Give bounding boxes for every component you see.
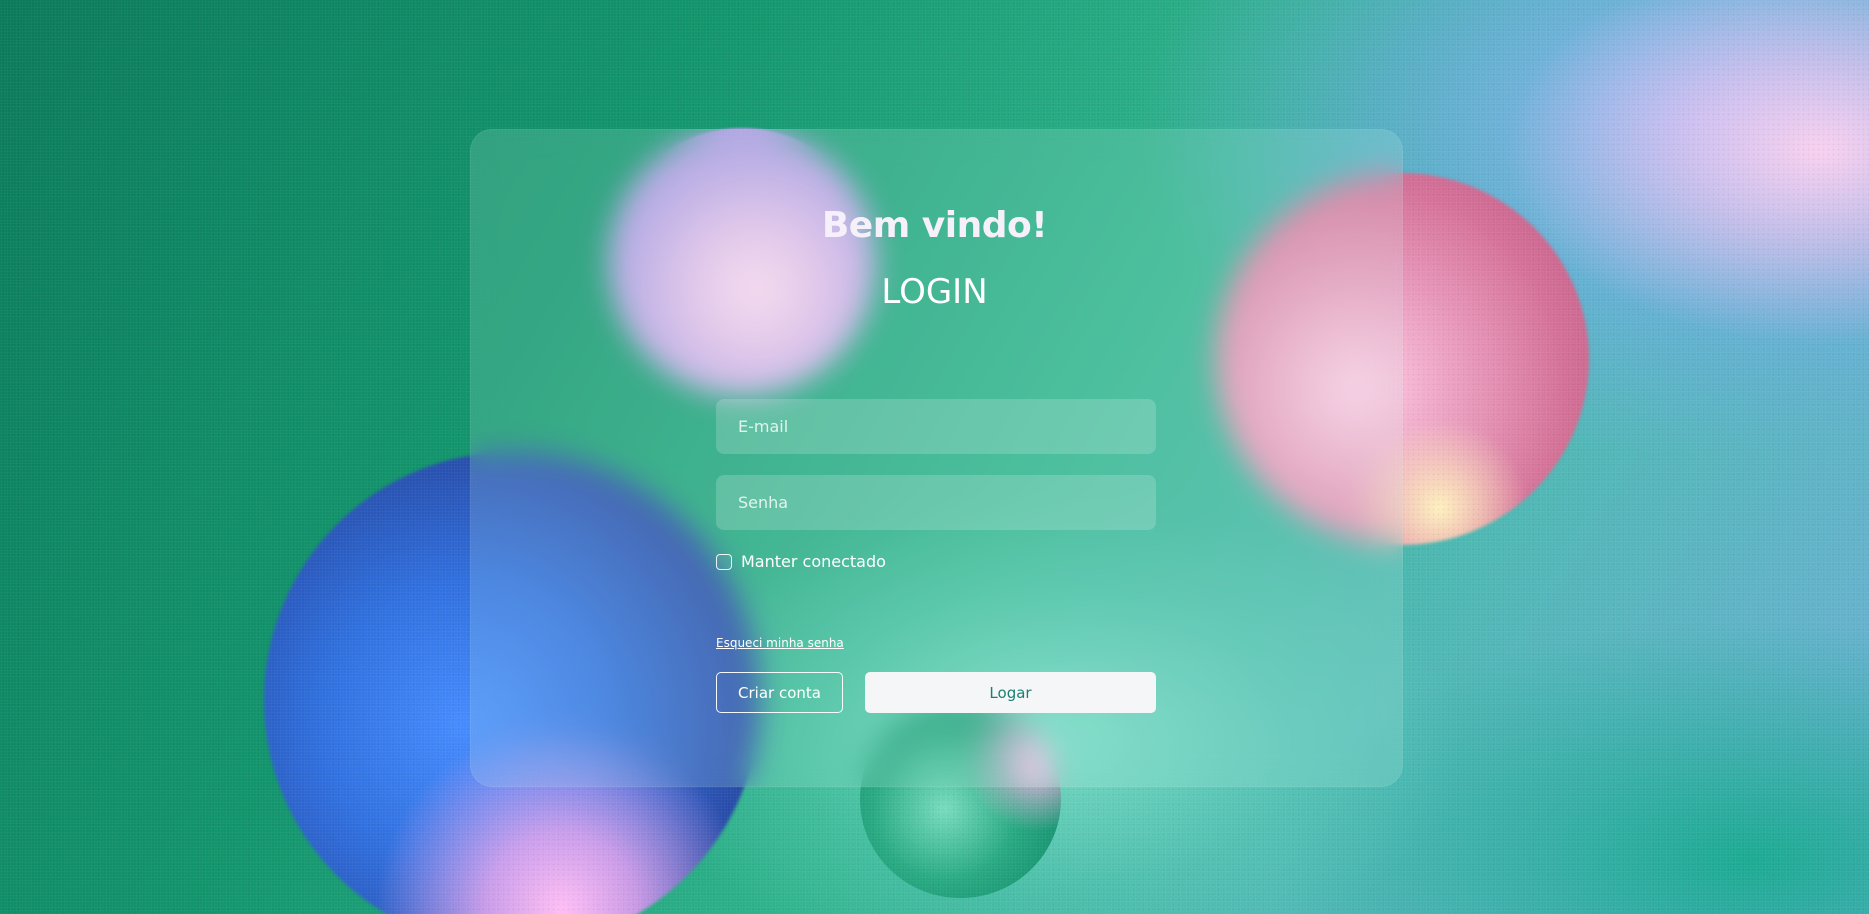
forgot-password-link[interactable]: Esqueci minha senha	[716, 636, 844, 650]
remember-me-checkbox[interactable]	[716, 553, 732, 570]
remember-me-row[interactable]: Manter conectado	[716, 552, 886, 571]
remember-me-label: Manter conectado	[741, 552, 886, 571]
page-title: LOGIN	[881, 272, 988, 312]
email-field[interactable]	[716, 399, 1156, 454]
welcome-heading: Bem vindo!	[821, 205, 1048, 246]
password-field[interactable]	[716, 475, 1156, 530]
login-button[interactable]: Logar	[865, 672, 1156, 713]
create-account-button[interactable]: Criar conta	[716, 672, 843, 713]
